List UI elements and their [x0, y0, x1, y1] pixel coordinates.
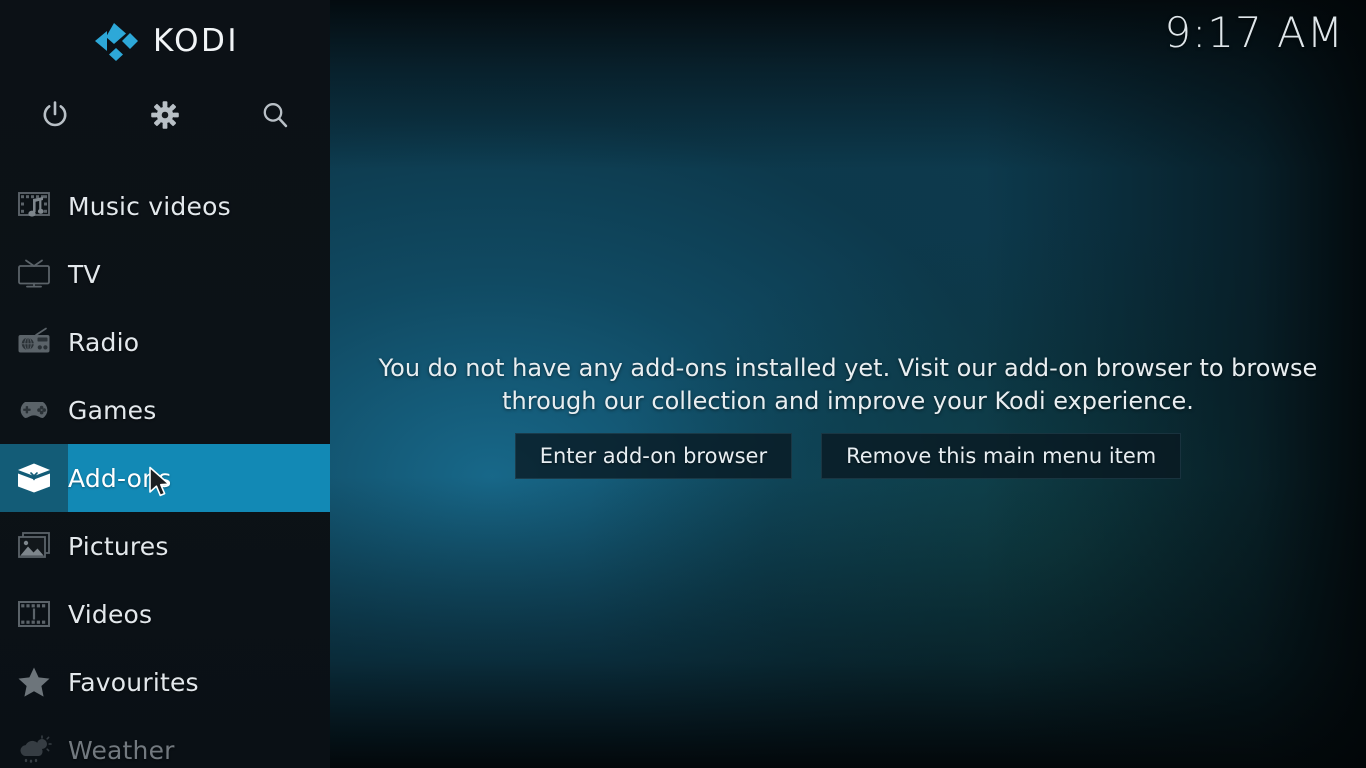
empty-state-message: You do not have any add-ons installed ye… — [378, 354, 1318, 415]
kodi-logo-mark-icon — [91, 20, 139, 62]
search-button[interactable] — [220, 90, 330, 140]
star-icon — [0, 648, 68, 716]
sidebar-item-tv[interactable]: TV — [0, 240, 330, 308]
sidebar-item-label: Add-ons — [68, 463, 172, 493]
sidebar-item-add-ons[interactable]: Add-ons — [0, 444, 330, 512]
sidebar-item-videos[interactable]: Videos — [0, 580, 330, 648]
sidebar-item-label: Music videos — [68, 191, 231, 221]
power-button[interactable] — [0, 90, 110, 140]
sidebar-item-label: Pictures — [68, 531, 169, 561]
sidebar-item-label: Weather — [68, 735, 175, 765]
sidebar-item-music-videos[interactable]: Music videos — [0, 172, 330, 240]
search-icon — [260, 100, 290, 130]
sidebar-item-label: Games — [68, 395, 157, 425]
enter-addon-browser-button[interactable]: Enter add-on browser — [514, 433, 793, 479]
radio-icon — [0, 308, 68, 376]
sidebar-item-games[interactable]: Games — [0, 376, 330, 444]
main-menu: Music videos TV Radio Games Add-ons Pict… — [0, 172, 330, 768]
kodi-wordmark: KODI — [152, 23, 240, 59]
sidebar-toolbar — [0, 90, 330, 140]
sidebar-item-label: Favourites — [68, 667, 199, 697]
pictures-icon — [0, 512, 68, 580]
kodi-logo: KODI — [0, 14, 330, 68]
sidebar-item-pictures[interactable]: Pictures — [0, 512, 330, 580]
sidebar-item-label: TV — [68, 259, 101, 289]
sidebar: KODI Music videos TV Radio Games Add-ons… — [0, 0, 330, 768]
videos-icon — [0, 580, 68, 648]
sidebar-item-favourites[interactable]: Favourites — [0, 648, 330, 716]
settings-button[interactable] — [110, 90, 220, 140]
music-videos-icon — [0, 172, 68, 240]
power-icon — [40, 100, 70, 130]
empty-state-actions: Enter add-on browser Remove this main me… — [330, 433, 1366, 479]
weather-icon — [0, 716, 68, 768]
sidebar-item-label: Radio — [68, 327, 140, 357]
addons-box-icon — [0, 444, 68, 512]
games-icon — [0, 376, 68, 444]
sidebar-item-weather[interactable]: Weather — [0, 716, 330, 768]
remove-main-menu-item-button[interactable]: Remove this main menu item — [821, 433, 1182, 479]
sidebar-item-radio[interactable]: Radio — [0, 308, 330, 376]
tv-icon — [0, 240, 68, 308]
main-content: You do not have any add-ons installed ye… — [330, 0, 1366, 768]
gear-icon — [150, 100, 180, 130]
kodi-home-screen: 9:17 AM You do not have any add-ons inst… — [0, 0, 1366, 768]
sidebar-item-label: Videos — [68, 599, 153, 629]
